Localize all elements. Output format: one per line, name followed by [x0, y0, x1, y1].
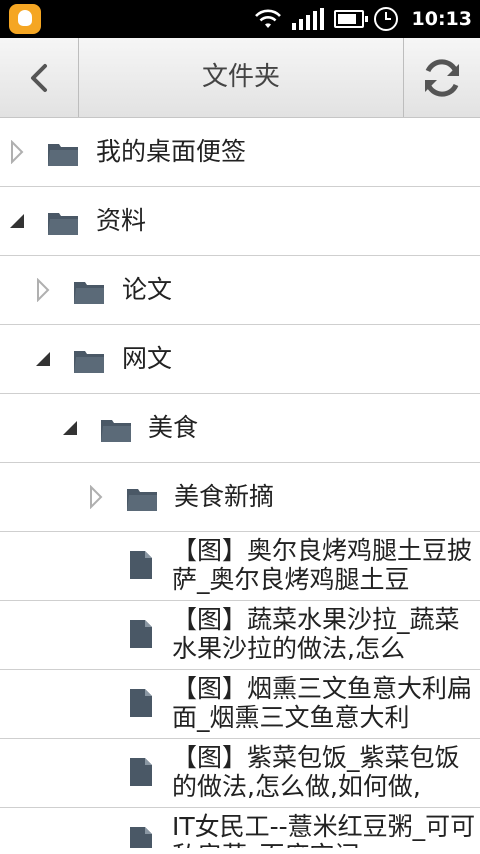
- tree-row-folder[interactable]: 美食: [0, 394, 480, 463]
- folder-icon: [127, 489, 157, 511]
- expand-arrow-icon[interactable]: [6, 118, 28, 186]
- signal-icon: [291, 8, 324, 30]
- refresh-icon: [425, 58, 459, 97]
- status-bar: 10:13: [0, 0, 480, 38]
- tree-row-file[interactable]: 【图】烟熏三文鱼意大利扁面_烟熏三文鱼意大利: [0, 670, 480, 739]
- expand-arrow-icon[interactable]: [32, 256, 54, 324]
- tree-label: 资料: [96, 206, 147, 235]
- document-icon: [130, 551, 152, 579]
- status-time: 10:13: [411, 8, 472, 30]
- tree-row-folder[interactable]: 我的桌面便签: [0, 118, 480, 187]
- tree-row-folder[interactable]: 网文: [0, 325, 480, 394]
- file-label: 【图】蔬菜水果沙拉_蔬菜水果沙拉的做法,怎么: [172, 605, 460, 663]
- tree-label: 我的桌面便签: [96, 137, 247, 166]
- folder-icon: [48, 213, 78, 235]
- tree-row-file[interactable]: 【图】奥尔良烤鸡腿土豆披萨_奥尔良烤鸡腿土豆: [0, 532, 480, 601]
- folder-icon: [101, 420, 131, 442]
- tree-row-folder[interactable]: 美食新摘: [0, 463, 480, 532]
- folder-icon: [74, 351, 104, 373]
- alarm-icon: [373, 7, 398, 31]
- back-chevron-icon: [31, 63, 47, 92]
- tree-label: 美食: [148, 413, 199, 442]
- tree-row-file[interactable]: 【图】蔬菜水果沙拉_蔬菜水果沙拉的做法,怎么: [0, 601, 480, 670]
- refresh-button[interactable]: [403, 38, 480, 117]
- document-icon: [130, 758, 152, 786]
- tree-row-file[interactable]: IT女民工--薏米红豆粥_可可私房菜_百度空间: [0, 808, 480, 848]
- file-label: IT女民工--薏米红豆粥_可可私房菜_百度空间: [172, 812, 476, 848]
- file-label: 【图】紫菜包饭_紫菜包饭的做法,怎么做,如何做,: [172, 743, 460, 801]
- collapse-arrow-icon[interactable]: [32, 325, 54, 393]
- document-icon: [130, 689, 152, 717]
- status-icons: 10:13: [254, 0, 472, 38]
- document-icon: [130, 620, 152, 648]
- back-button[interactable]: [0, 38, 79, 117]
- file-label: 【图】奥尔良烤鸡腿土豆披萨_奥尔良烤鸡腿土豆: [172, 536, 473, 594]
- tree-row-folder[interactable]: 论文: [0, 256, 480, 325]
- tree-row-folder[interactable]: 资料: [0, 187, 480, 256]
- title-bar: 文件夹: [0, 38, 480, 118]
- collapse-arrow-icon[interactable]: [6, 187, 28, 255]
- folder-icon: [74, 282, 104, 304]
- battery-icon: [333, 10, 368, 28]
- wifi-icon: [254, 9, 281, 28]
- tree-label: 美食新摘: [174, 482, 275, 511]
- tree-label: 网文: [122, 344, 173, 373]
- file-label: 【图】烟熏三文鱼意大利扁面_烟熏三文鱼意大利: [172, 674, 473, 732]
- qq-notification-icon: [9, 4, 41, 34]
- expand-arrow-icon[interactable]: [85, 463, 107, 531]
- tree-label: 论文: [122, 275, 173, 304]
- folder-tree: 我的桌面便签 资料 论文 网文 美食 美食新摘 【图】奥尔良烤鸡腿土豆披萨_奥尔…: [0, 118, 480, 848]
- folder-icon: [48, 144, 78, 166]
- page-title: 文件夹: [201, 62, 280, 92]
- collapse-arrow-icon[interactable]: [59, 394, 81, 462]
- document-icon: [130, 827, 152, 848]
- tree-row-file[interactable]: 【图】紫菜包饭_紫菜包饭的做法,怎么做,如何做,: [0, 739, 480, 808]
